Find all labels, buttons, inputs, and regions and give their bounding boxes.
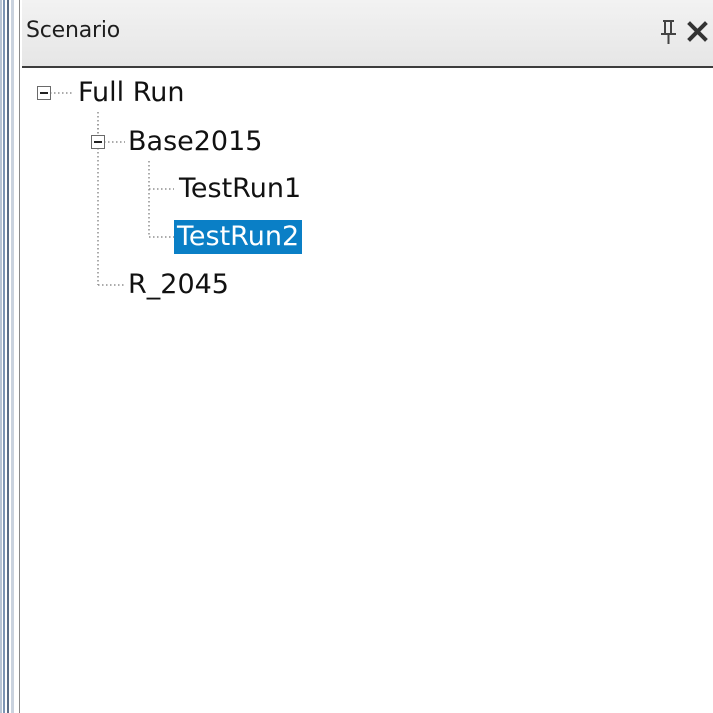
border-line (11, 0, 14, 713)
scenario-tree[interactable]: Full Run Base2015 TestRun1 TestRun2 R_20… (24, 68, 713, 713)
panel-header: Scenario (22, 0, 713, 66)
border-line (3, 0, 5, 713)
border-line (19, 0, 20, 713)
window-left-border (0, 0, 22, 713)
tree-node-full-run[interactable]: Full Run (75, 76, 188, 110)
tree-node-testrun2[interactable]: TestRun2 (174, 220, 303, 254)
tree-connector-lines (50, 92, 174, 286)
close-icon[interactable] (682, 16, 713, 47)
border-line (7, 0, 9, 713)
collapse-toggle-full-run[interactable] (37, 86, 51, 100)
tree-node-base2015[interactable]: Base2015 (125, 125, 265, 159)
panel-title: Scenario (26, 18, 121, 43)
scenario-panel-window: Scenario Full Run Base2015 TestRun1 Test… (0, 0, 713, 713)
tree-node-r2045[interactable]: R_2045 (125, 268, 232, 302)
pin-icon[interactable] (658, 18, 680, 46)
collapse-toggle-base2015[interactable] (91, 135, 105, 149)
tree-node-testrun1[interactable]: TestRun1 (176, 172, 304, 206)
border-line (0, 0, 2, 713)
